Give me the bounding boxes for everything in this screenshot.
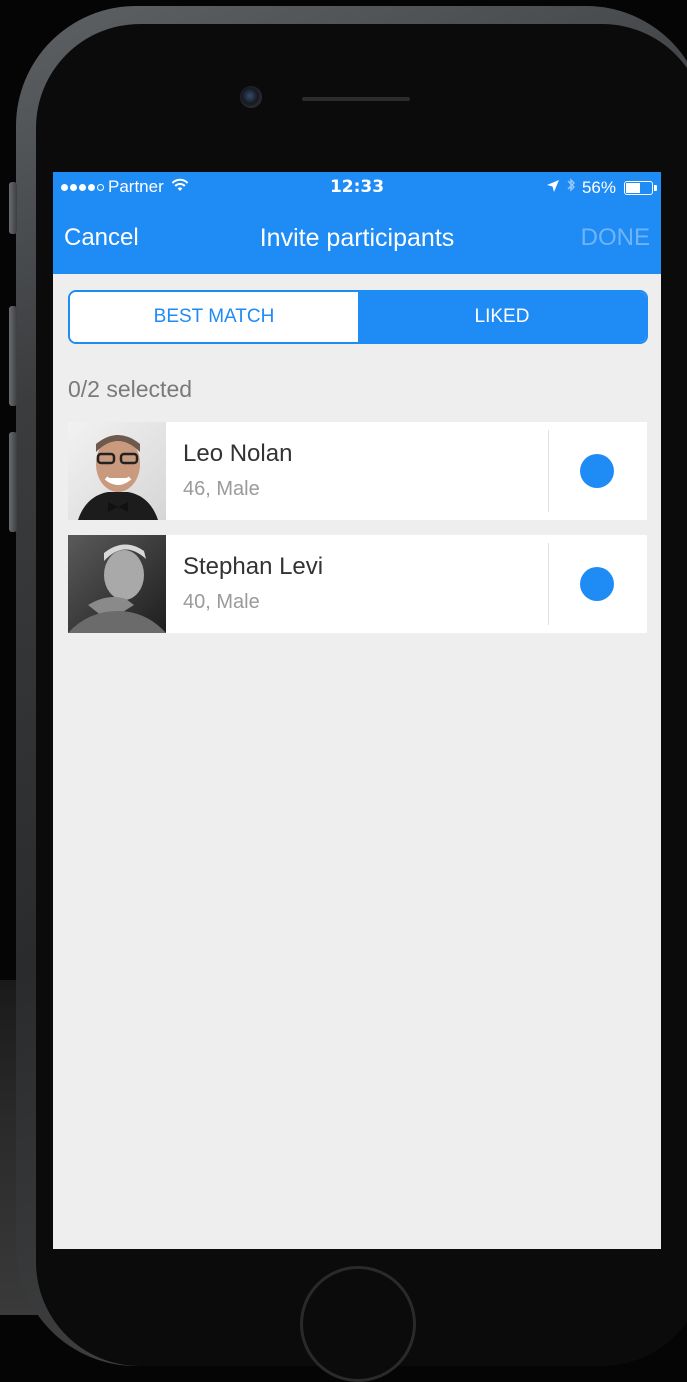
volume-down-button (9, 432, 17, 532)
status-bar: Partner 12:33 56% (53, 172, 661, 204)
app-screen: Partner 12:33 56% Cancel Invite particip… (53, 172, 661, 1249)
participant-meta: 40, Male (183, 591, 260, 613)
top-bar: Partner 12:33 56% Cancel Invite particip… (53, 172, 661, 274)
avatar (68, 422, 166, 520)
navigation-bar: Cancel Invite participants DONE (53, 218, 661, 258)
tab-liked[interactable]: LIKED (358, 292, 646, 342)
home-button-icon[interactable] (300, 1266, 416, 1382)
avatar (68, 535, 166, 633)
participant-name: Stephan Levi (183, 553, 324, 580)
select-indicator[interactable] (580, 567, 614, 601)
done-button[interactable]: DONE (581, 224, 650, 252)
battery-icon (624, 180, 657, 195)
earpiece-speaker (302, 97, 410, 101)
participant-name: Leo Nolan (183, 440, 293, 467)
select-indicator[interactable] (580, 454, 614, 488)
list-item[interactable]: Stephan Levi 40, Male (68, 535, 647, 633)
selection-count: 0/2 selected (68, 376, 193, 402)
page-title: Invite participants (259, 224, 455, 252)
bluetooth-icon (566, 177, 576, 198)
tab-best-match[interactable]: BEST MATCH (70, 292, 358, 342)
divider (548, 543, 549, 625)
battery-percent: 56% (581, 177, 616, 197)
list-item[interactable]: Leo Nolan 46, Male (68, 422, 647, 520)
location-arrow-icon (546, 178, 560, 198)
status-right-group: 56% (546, 177, 657, 198)
segmented-control: BEST MATCH LIKED (68, 290, 648, 344)
camera-icon (240, 86, 262, 108)
divider (548, 430, 549, 512)
mute-switch (9, 182, 17, 234)
participant-meta: 46, Male (183, 478, 260, 500)
volume-up-button (9, 306, 17, 406)
